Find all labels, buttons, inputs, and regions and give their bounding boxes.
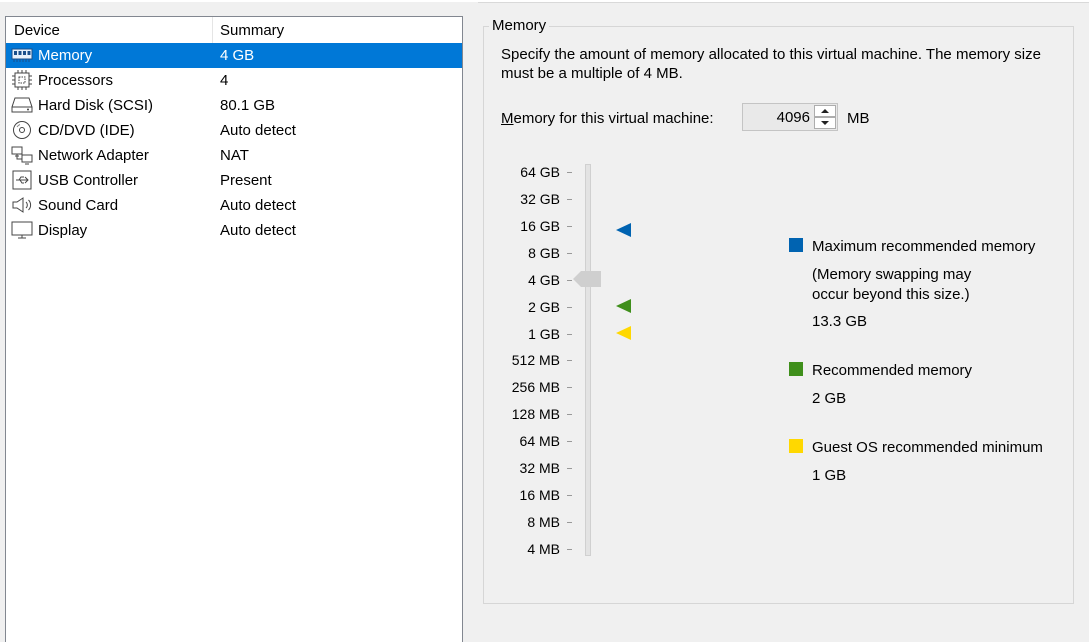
scale-tick (567, 253, 572, 254)
recommended-legend-swatch (789, 362, 803, 376)
device-name: Processors (38, 72, 114, 89)
scale-label: 64 MB (519, 433, 560, 449)
memory-field-label-text: emory for this virtual machine: (513, 110, 714, 127)
device-row-processors[interactable]: Processors 4 (6, 68, 462, 93)
spin-up-button[interactable] (814, 105, 836, 117)
maximum-legend-value: 13.3 GB (812, 313, 868, 330)
device-row-hard-disk[interactable]: Hard Disk (SCSI) 80.1 GB (6, 93, 462, 118)
device-summary: NAT (220, 147, 249, 164)
scale-label: 16 GB (520, 218, 560, 234)
scale-label: 512 MB (511, 352, 560, 368)
device-name: CD/DVD (IDE) (38, 122, 135, 139)
scale-tick (567, 522, 572, 523)
memory-icon (11, 45, 33, 65)
device-summary: Auto detect (220, 222, 296, 239)
memory-value-input[interactable] (744, 105, 810, 129)
hard-disk-icon (11, 95, 33, 115)
device-name: USB Controller (38, 172, 139, 189)
divider (478, 2, 1089, 3)
group-title: Memory (489, 17, 550, 35)
scale-tick (567, 468, 572, 469)
scale-tick (567, 307, 572, 308)
scale-tick (567, 360, 572, 361)
maximum-legend-label: Maximum recommended memory (812, 238, 1036, 255)
scale-label: 32 GB (520, 191, 560, 207)
scale-tick (567, 414, 572, 415)
device-row-usb-controller[interactable]: USB Controller Present (6, 168, 462, 193)
device-summary: Present (220, 172, 272, 189)
scale-tick (567, 280, 572, 281)
scale-label: 32 MB (519, 460, 560, 476)
cd-dvd-icon (11, 120, 33, 140)
column-header-summary[interactable]: Summary (213, 17, 462, 43)
maximum-recommended-marker (616, 223, 631, 237)
scale-label: 256 MB (511, 379, 560, 395)
device-summary: 4 (220, 72, 229, 89)
device-row-network-adapter[interactable]: Network Adapter NAT (6, 143, 462, 168)
guest-minimum-marker (616, 326, 631, 340)
arrow-down-icon (821, 121, 829, 125)
device-row-cd-dvd[interactable]: CD/DVD (IDE) Auto detect (6, 118, 462, 143)
scale-label: 128 MB (511, 406, 560, 422)
device-name: Memory (38, 43, 93, 68)
usb-icon (11, 170, 33, 190)
maximum-legend-swatch (789, 238, 803, 252)
device-name: Display (38, 222, 88, 239)
scale-tick (567, 172, 572, 173)
processor-icon (11, 70, 33, 90)
device-name: Network Adapter (38, 147, 149, 164)
device-summary: Auto detect (220, 197, 296, 214)
arrow-up-icon (821, 109, 829, 113)
accelerator-key: M (501, 110, 514, 127)
network-adapter-icon (11, 145, 33, 165)
device-list[interactable]: Device Summary Memory 4 GB Processors 4 … (5, 16, 463, 642)
maximum-legend-note: occur beyond this size.) (812, 286, 970, 303)
device-row-display[interactable]: Display Auto detect (6, 218, 462, 243)
scale-tick (567, 387, 572, 388)
speaker-icon (11, 195, 33, 215)
memory-spinbox[interactable] (742, 103, 838, 131)
scale-tick (567, 199, 572, 200)
device-name: Sound Card (38, 197, 119, 214)
guest-minimum-legend-label: Guest OS recommended minimum (812, 439, 1043, 456)
memory-slider-track[interactable] (585, 164, 591, 556)
column-header-device[interactable]: Device (6, 17, 213, 43)
scale-tick (567, 334, 572, 335)
device-row-memory[interactable]: Memory 4 GB (6, 43, 462, 68)
device-list-header: Device Summary (6, 17, 462, 43)
scale-label: 8 MB (527, 514, 560, 530)
recommended-legend-label: Recommended memory (812, 362, 973, 379)
scale-label: 1 GB (528, 326, 560, 342)
memory-field-label: Memory for this virtual machine: (501, 109, 714, 128)
guest-minimum-legend-swatch (789, 439, 803, 453)
device-row-sound-card[interactable]: Sound Card Auto detect (6, 193, 462, 218)
scale-tick (567, 495, 572, 496)
recommended-legend-value: 2 GB (812, 390, 847, 407)
scale-label: 4 GB (528, 272, 560, 288)
guest-minimum-legend-value: 1 GB (812, 467, 847, 484)
scale-tick (567, 441, 572, 442)
spin-down-button[interactable] (814, 117, 836, 129)
memory-description: Specify the amount of memory allocated t… (501, 46, 1041, 82)
scale-label: 64 GB (520, 164, 560, 180)
memory-unit: MB (847, 110, 870, 127)
device-summary: 80.1 GB (220, 97, 276, 114)
scale-tick (567, 226, 572, 227)
device-summary: Auto detect (220, 122, 296, 139)
scale-tick (567, 549, 572, 550)
device-name: Hard Disk (SCSI) (38, 97, 154, 114)
recommended-marker (616, 299, 631, 313)
monitor-icon (11, 220, 33, 240)
scale-label: 16 MB (519, 487, 560, 503)
scale-label: 4 MB (527, 541, 560, 557)
memory-slider-thumb[interactable] (573, 271, 601, 287)
scale-label: 2 GB (528, 299, 560, 315)
scale-label: 8 GB (528, 245, 560, 261)
maximum-legend-note: (Memory swapping may (812, 266, 972, 283)
device-summary: 4 GB (220, 47, 255, 64)
